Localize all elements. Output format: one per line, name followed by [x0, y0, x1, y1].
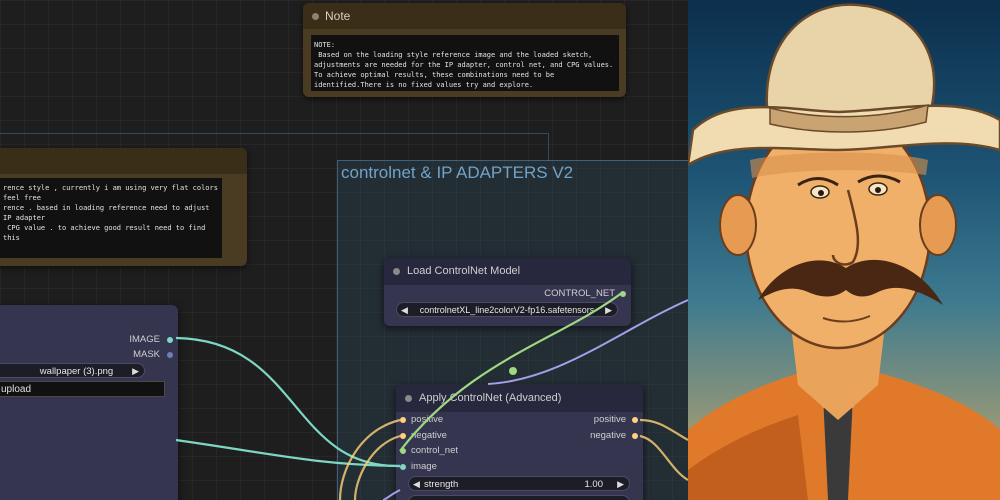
conditioning-wire: [639, 418, 688, 441]
cowboy-artwork-image: [688, 0, 1000, 500]
wire-midpoint-icon[interactable]: [509, 367, 517, 375]
cowboy-illustration: [688, 3, 1000, 500]
other-wire: [487, 299, 688, 385]
conditioning-wire: [639, 434, 688, 481]
conditioning-wire: [353, 434, 401, 500]
image-wire: [175, 336, 401, 468]
other-wire: [382, 489, 401, 500]
connection-wires: [175, 291, 688, 500]
node-canvas[interactable]: controlnet & IP ADAPTERS V2 Note NOTE: B…: [0, 0, 688, 500]
